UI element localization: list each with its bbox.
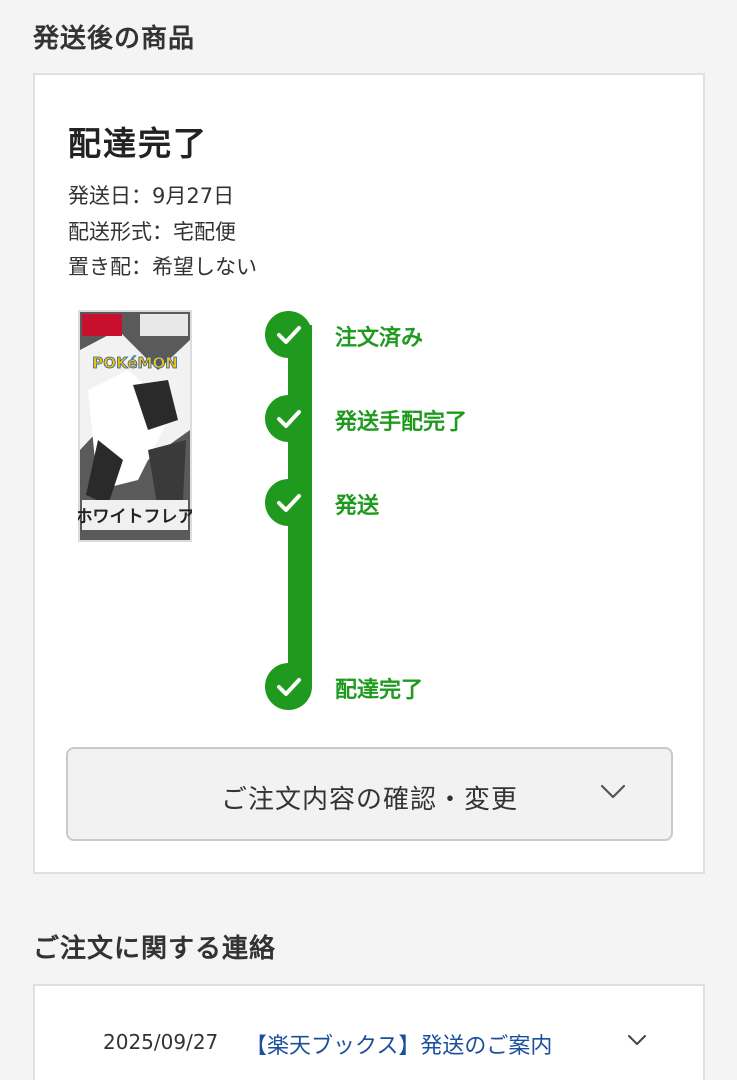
timeline-step-ordered: 注文済み [265, 311, 685, 359]
timeline-step-label: 配達完了 [335, 678, 424, 703]
delivery-method: 配送形式：宅配便 [68, 219, 236, 244]
timeline-step-label: 発送手配完了 [335, 410, 468, 435]
shipment-card: 配達完了 発送日：9月27日 配送形式：宅配便 置き配：希望しない POKéMO… [33, 73, 705, 874]
contact-section-title: ご注文に関する連絡 [33, 934, 277, 964]
shipped-section-title: 発送後の商品 [33, 24, 196, 54]
order-status-page: 発送後の商品 配達完了 発送日：9月27日 配送形式：宅配便 置き配：希望しない… [0, 0, 737, 1080]
check-icon [265, 663, 312, 710]
product-logo-text: POKéMON [92, 354, 178, 372]
timeline-step-label: 注文済み [335, 326, 424, 351]
check-icon [265, 311, 312, 358]
product-image[interactable]: POKéMON ホワイトフレア [78, 310, 192, 542]
ship-date: 発送日：9月27日 [68, 184, 235, 208]
message-subject-link[interactable]: 【楽天ブックス】発送のご案内 [245, 1028, 552, 1060]
delivery-status-title: 配達完了 [68, 124, 208, 163]
timeline-step-delivered: 配達完了 [265, 663, 685, 711]
message-date: 2025/09/27 [103, 1030, 219, 1054]
chevron-down-icon [600, 784, 626, 799]
chevron-down-icon[interactable] [627, 1034, 647, 1047]
check-icon [265, 479, 312, 526]
delivery-timeline: 注文済み 発送手配完了 発送 配達完了 [265, 305, 685, 715]
pokemon-booster-pack-image: POKéMON ホワイトフレア [78, 310, 192, 542]
timeline-step-label: 発送 [335, 494, 380, 519]
order-confirm-change-button[interactable]: ご注文内容の確認・変更 [66, 747, 673, 841]
product-title-text: ホワイトフレア [78, 507, 192, 527]
check-icon [265, 395, 312, 442]
shipment-info: 発送日：9月27日 配送形式：宅配便 置き配：希望しない [68, 179, 257, 286]
drop-off-preference: 置き配：希望しない [68, 255, 257, 279]
timeline-step-shipped: 発送 [265, 479, 685, 527]
contact-card: 2025/09/27 【楽天ブックス】発送のご案内 [33, 984, 705, 1080]
timeline-step-prepared: 発送手配完了 [265, 395, 685, 443]
order-confirm-change-label: ご注文内容の確認・変更 [220, 785, 518, 815]
message-row[interactable]: 2025/09/27 【楽天ブックス】発送のご案内 [35, 1030, 707, 1062]
